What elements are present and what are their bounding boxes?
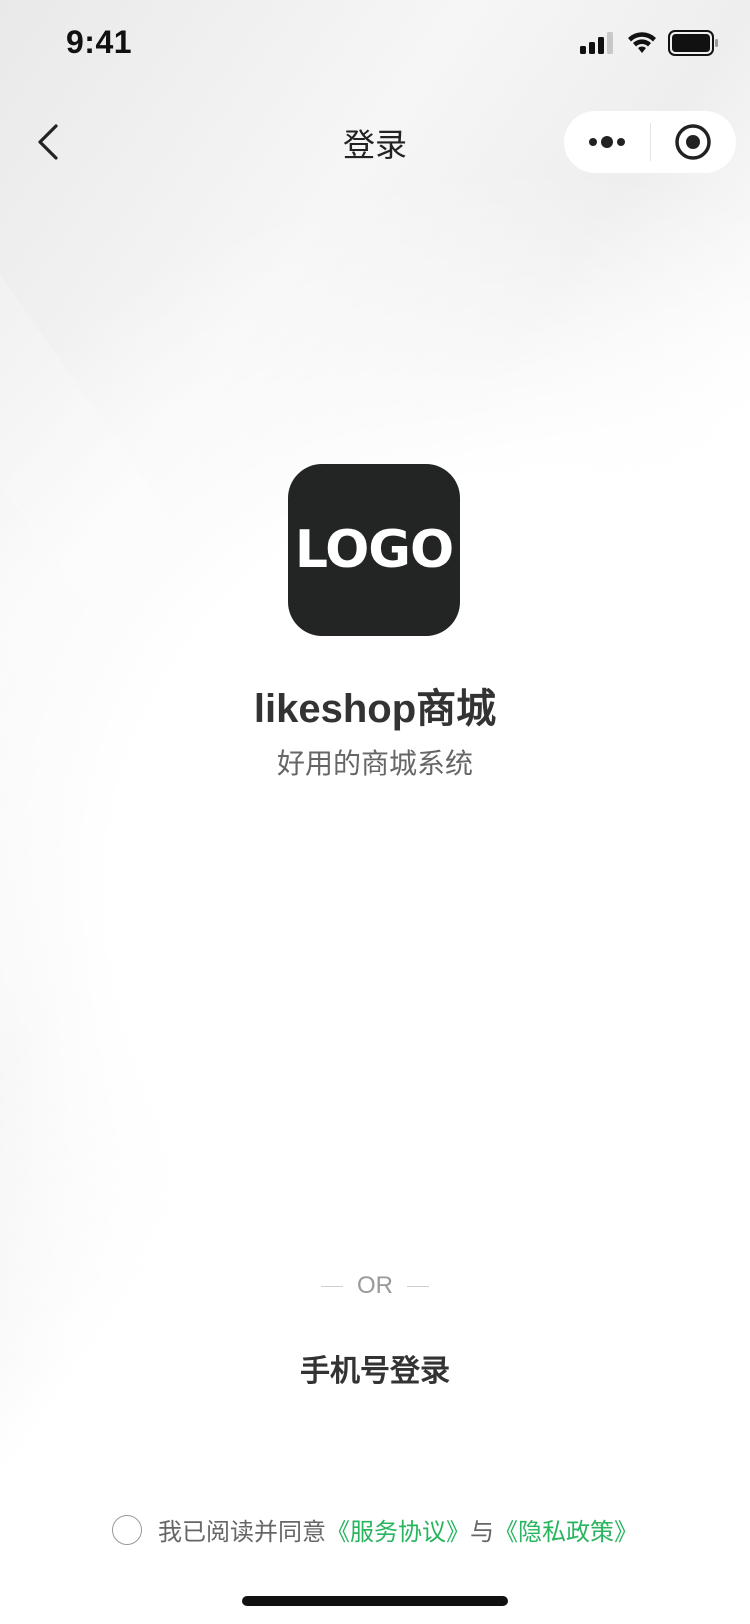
or-divider: OR: [0, 1272, 750, 1300]
app-logo: LOGO: [288, 464, 460, 636]
mini-program-capsule: [564, 111, 736, 173]
status-time: 9:41: [66, 24, 133, 60]
shop-name: likeshop商城: [253, 687, 497, 731]
agreement-prefix: 我已阅读并同意: [158, 1519, 326, 1546]
close-mini-program-button[interactable]: [651, 111, 737, 173]
signal-icon: [580, 32, 613, 54]
battery-icon: [668, 30, 718, 56]
agreement-connector: 与: [470, 1519, 494, 1546]
or-text: OR: [357, 1272, 393, 1299]
navigation-bar: 登录: [0, 100, 750, 184]
privacy-policy-link[interactable]: 《隐私政策》: [494, 1512, 638, 1547]
target-circle-icon: [675, 124, 711, 160]
shop-slogan: 好用的商城系统: [276, 748, 473, 779]
agreement-checkbox[interactable]: [112, 1514, 142, 1545]
agreement-row: 我已阅读并同意 《服务协议》 与 《隐私政策》: [0, 1512, 750, 1547]
home-indicator: [242, 1596, 508, 1606]
divider-line: [407, 1285, 429, 1287]
logo-text: LOGO: [294, 520, 454, 580]
more-menu-button[interactable]: [564, 111, 650, 173]
status-icons: [580, 30, 720, 56]
phone-login-button[interactable]: 手机号登录: [0, 1346, 750, 1390]
service-agreement-link[interactable]: 《服务协议》: [326, 1512, 470, 1547]
divider-line: [321, 1285, 343, 1287]
more-dots-icon: [588, 136, 625, 148]
status-bar: 9:41: [0, 0, 750, 88]
wifi-icon: [628, 32, 656, 53]
